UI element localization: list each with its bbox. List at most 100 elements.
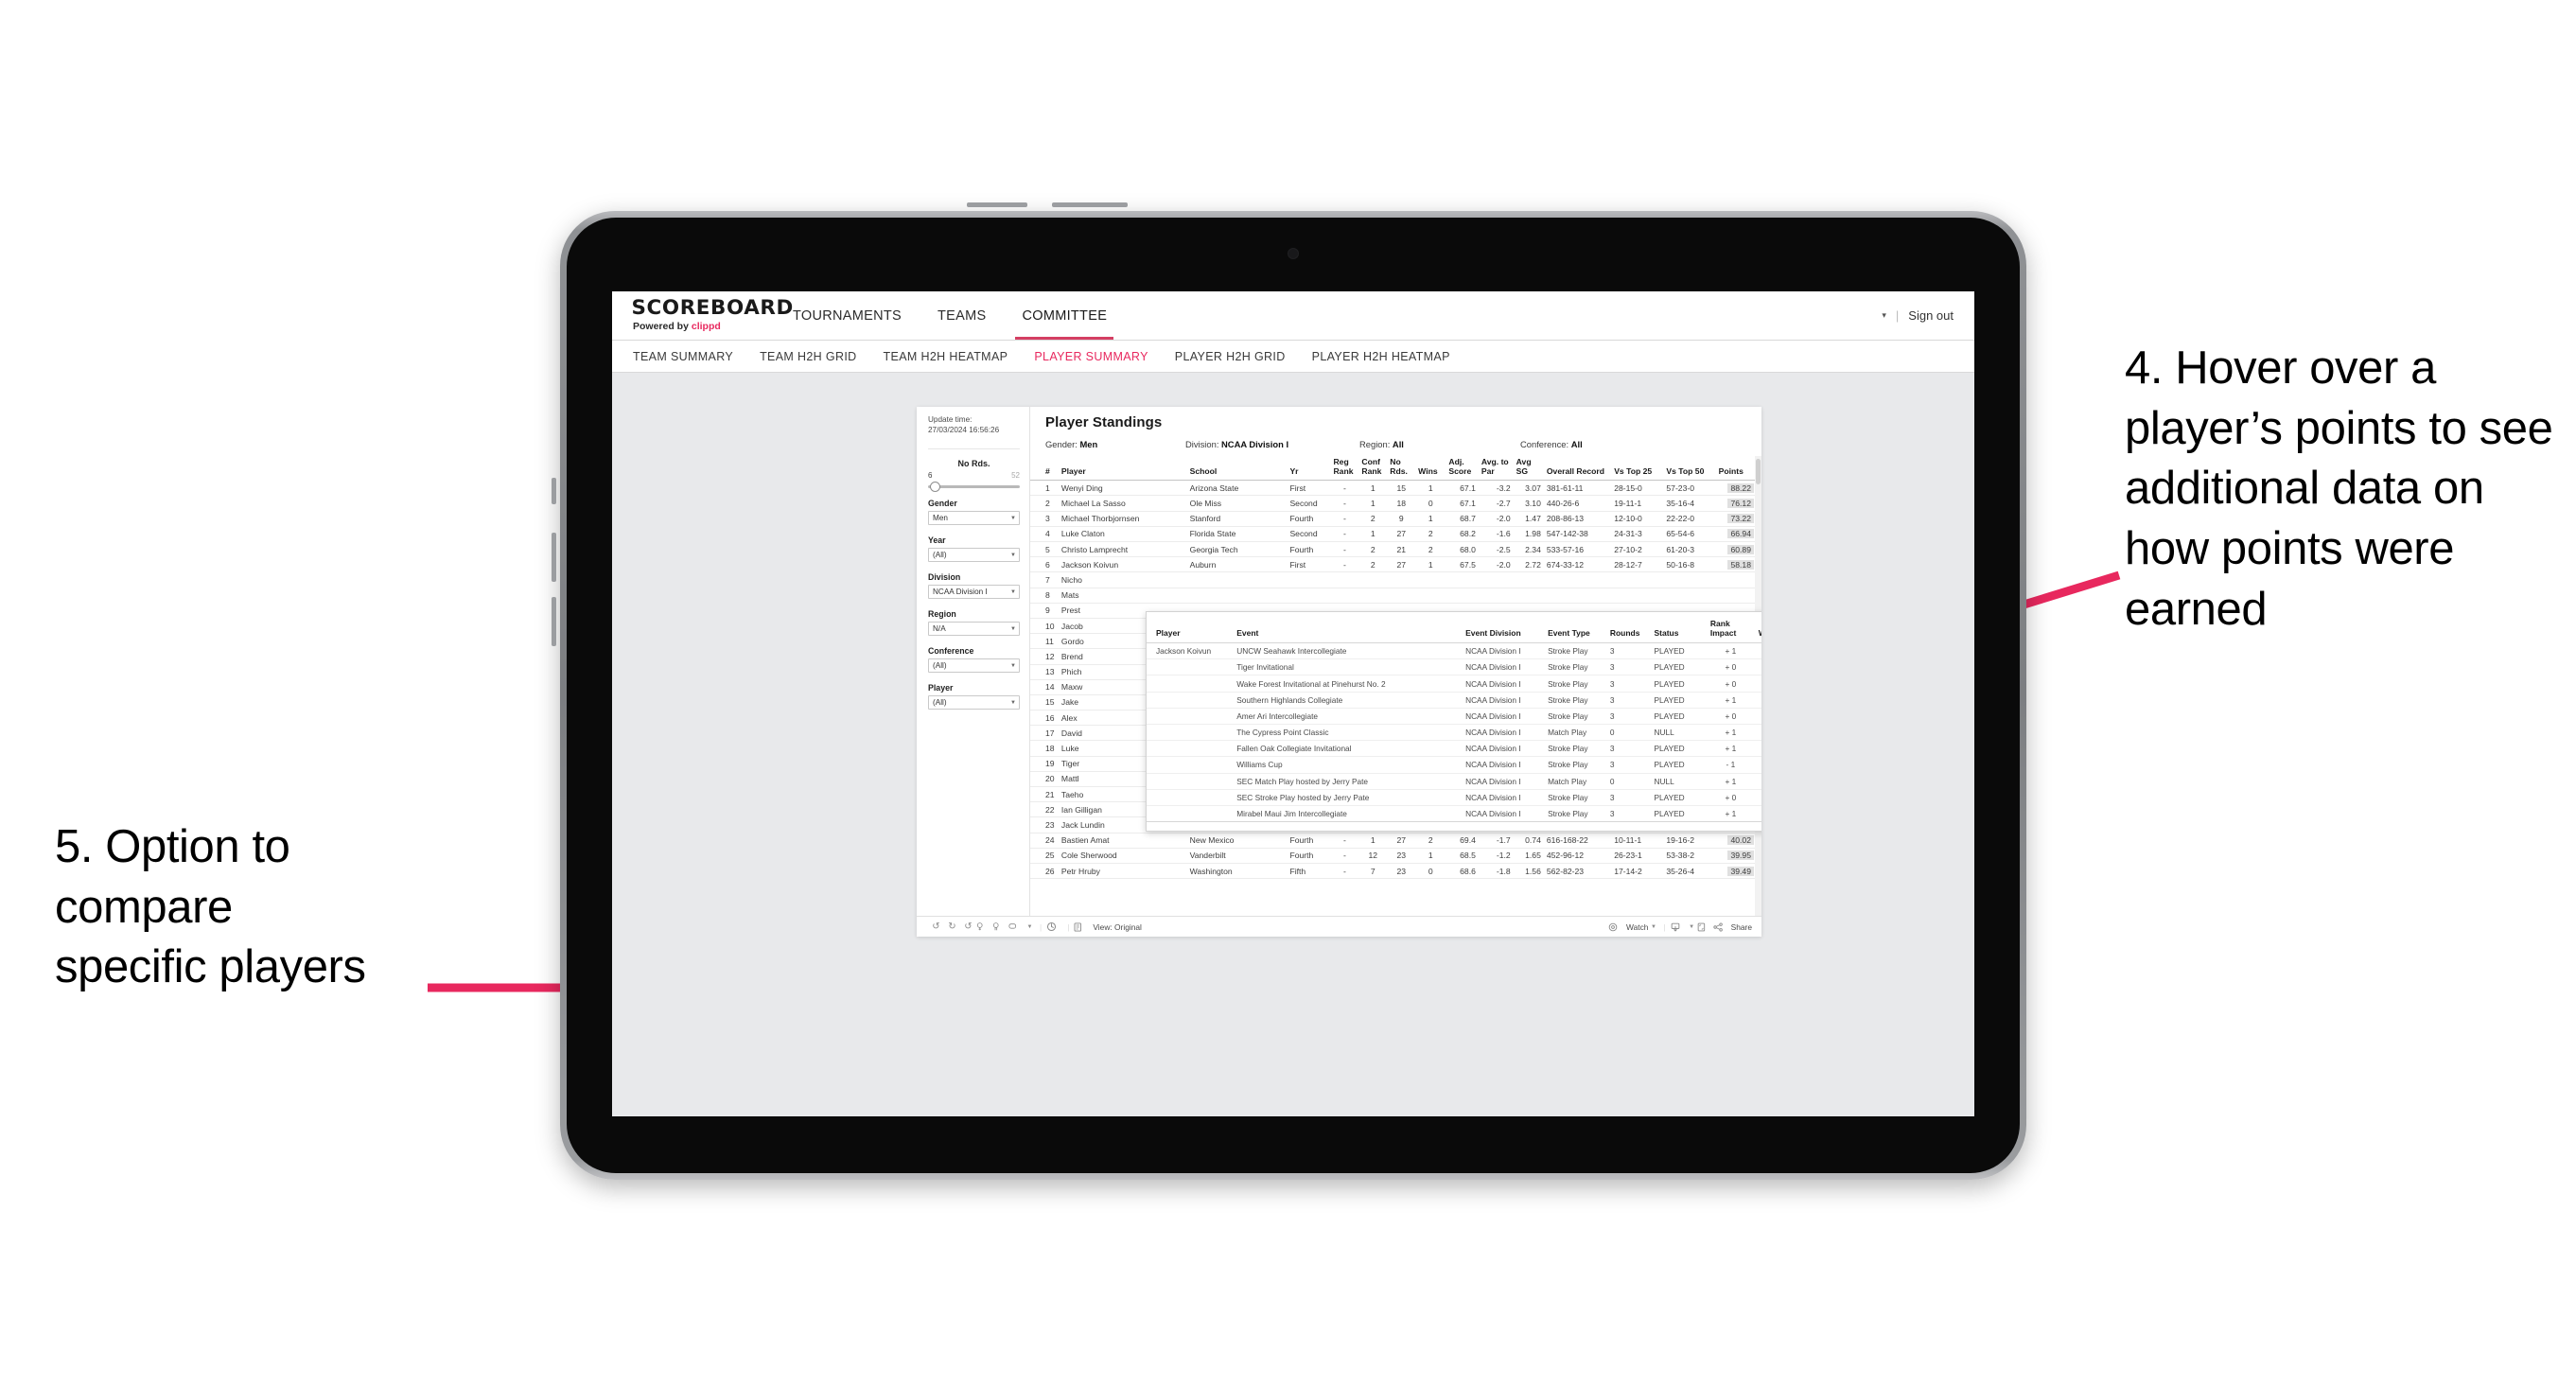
cell-adj-score: 68.6 — [1446, 863, 1479, 880]
col-adj-score[interactable]: Adj. Score — [1446, 456, 1479, 482]
topnav-label: TOURNAMENTS — [793, 307, 902, 324]
filter-player-select[interactable]: (All) ▼ — [928, 695, 1020, 711]
slider-handle[interactable] — [930, 482, 940, 493]
tip-cell-rank-impact: + 0 — [1706, 708, 1755, 725]
table-row[interactable]: 25 Cole Sherwood Vanderbilt Fourth -12 23 1 68.… — [1030, 848, 1761, 864]
points-value[interactable]: 88.22 — [1727, 482, 1754, 493]
cell-reg-rank — [1330, 571, 1359, 588]
table-row[interactable]: 8 Mats — [1030, 588, 1761, 604]
cell-adj-score — [1446, 571, 1479, 588]
share-label[interactable]: Share — [1731, 922, 1752, 932]
top-navigation-bar: SCOREBOARD Powered by clippd TOURNAMENTS… — [612, 291, 1974, 341]
points-value[interactable]: 39.49 — [1727, 866, 1754, 876]
col-school[interactable]: School — [1186, 456, 1288, 482]
custom-views-icon[interactable] — [1008, 922, 1025, 931]
col-player[interactable]: Player — [1058, 456, 1187, 482]
fullscreen-icon[interactable] — [1697, 922, 1713, 932]
cell-vs-top-50: 35-26-4 — [1663, 863, 1716, 880]
col-avg-sg[interactable]: Avg SG — [1513, 456, 1544, 482]
pause-auto-update-icon[interactable] — [992, 922, 1008, 931]
cell-no-rounds: 21 — [1387, 541, 1416, 558]
cell-overall-record: 381-61-11 — [1543, 480, 1612, 497]
col-conf-rank[interactable]: Conf Rank — [1358, 456, 1388, 482]
tip-cell-rank-impact: + 1 — [1706, 773, 1755, 790]
tip-cell-player — [1147, 789, 1234, 806]
table-row[interactable]: 5 Christo Lamprecht Georgia Tech Fourth -2 21… — [1030, 541, 1761, 558]
points-value[interactable]: 39.95 — [1727, 851, 1754, 861]
chevron-down-icon[interactable]: ▾ — [1882, 310, 1886, 321]
col-reg-rank[interactable]: Reg Rank — [1330, 456, 1359, 482]
subnav-item-team-h2h-grid[interactable]: TEAM H2H GRID — [760, 350, 856, 363]
filter-region-select[interactable]: N/A ▼ — [928, 622, 1020, 637]
chevron-down-icon[interactable]: ▼ — [1025, 924, 1035, 930]
table-row[interactable]: 2 Michael La Sasso Ole Miss Second -1 18 0 67.1… — [1030, 495, 1761, 512]
filter-gender-select[interactable]: Men ▼ — [928, 511, 1020, 526]
filter-division-select[interactable]: NCAA Division I ▼ — [928, 585, 1020, 600]
cell-vs-top-25: 27-10-2 — [1611, 541, 1664, 558]
cell-player: Bastien Amat — [1058, 833, 1187, 849]
table-row[interactable]: 7 Nicho — [1030, 571, 1761, 588]
chevron-down-icon: ▼ — [1010, 552, 1016, 558]
refresh-data-icon[interactable] — [976, 922, 992, 931]
tip-cell-division: NCAA Division I — [1462, 773, 1545, 790]
tooltip-row: Wake Forest Invitational at Pinehurst No… — [1147, 675, 1761, 693]
subnav-item-team-h2h-heatmap[interactable]: TEAM H2H HEATMAP — [884, 350, 1008, 363]
tip-cell-division: NCAA Division I — [1462, 805, 1545, 823]
filter-conference-select[interactable]: (All) ▼ — [928, 658, 1020, 674]
tip-cell-event: Wake Forest Invitational at Pinehurst No… — [1233, 675, 1463, 693]
standings-table-wrapper[interactable]: # Player School Yr Reg Rank Conf Rank No… — [1030, 456, 1761, 916]
points-value[interactable]: 76.12 — [1727, 499, 1754, 509]
points-value[interactable]: 40.02 — [1727, 835, 1754, 846]
subnav-item-team-summary[interactable]: TEAM SUMMARY — [633, 350, 733, 363]
table-row[interactable]: 3 Michael Thorbjornsen Stanford Fourth -2 9 1 6… — [1030, 511, 1761, 527]
tip-cell-event: Southern Highlands Collegiate — [1233, 692, 1463, 709]
col-avg-to-par[interactable]: Avg. to Par — [1478, 456, 1514, 482]
revert-icon[interactable]: ↺ — [960, 921, 976, 932]
col-overall-record[interactable]: Overall Record — [1543, 456, 1612, 482]
slider-track[interactable] — [928, 482, 1020, 493]
tip-cell-rank-impact: + 1 — [1706, 724, 1755, 742]
col-rank[interactable]: # — [1030, 456, 1059, 482]
col-year[interactable]: Yr — [1287, 456, 1331, 482]
download-icon[interactable] — [1671, 922, 1687, 932]
cell-rank: 8 — [1030, 588, 1059, 604]
watch-label[interactable]: Watch — [1626, 922, 1648, 932]
tip-col-rounds: Rounds — [1605, 619, 1651, 644]
col-vs-top-25[interactable]: Vs Top 25 — [1611, 456, 1664, 482]
view-label[interactable]: View: Original — [1093, 922, 1142, 932]
reset-icon[interactable] — [1046, 921, 1062, 932]
table-row[interactable]: 1 Wenyi Ding Arizona State First -1 15 1 67.1 -3… — [1030, 480, 1761, 497]
redo-icon[interactable]: ↻ — [944, 921, 960, 932]
col-no-rounds[interactable]: No Rds. — [1387, 456, 1416, 482]
points-value[interactable]: 60.89 — [1727, 544, 1754, 554]
app-logo[interactable]: SCOREBOARD Powered by clippd — [612, 291, 794, 340]
points-value[interactable]: 58.18 — [1727, 559, 1754, 570]
filter-no-rounds-slider[interactable]: No Rds. 6 52 — [928, 459, 1020, 493]
points-value[interactable]: 73.22 — [1727, 514, 1754, 524]
points-value[interactable]: 66.94 — [1727, 529, 1754, 539]
table-row[interactable]: 24 Bastien Amat New Mexico Fourth -1 27 2 69.4-… — [1030, 833, 1761, 849]
table-row[interactable]: 6 Jackson Koivun Auburn First -2 27 1 67.5 -2.0 2… — [1030, 556, 1761, 573]
undo-icon[interactable]: ↺ — [928, 921, 944, 932]
col-vs-top-50[interactable]: Vs Top 50 — [1663, 456, 1716, 482]
topnav-item-teams[interactable]: TEAMS — [920, 291, 1004, 340]
topnav-item-tournaments[interactable]: TOURNAMENTS — [775, 291, 920, 340]
scrollbar-thumb[interactable] — [1756, 459, 1761, 484]
share-icon[interactable] — [1713, 921, 1729, 932]
table-row[interactable]: 4 Luke Claton Florida State Second -1 27 2 68.2… — [1030, 526, 1761, 543]
view-icon[interactable] — [1074, 921, 1090, 932]
subnav-item-player-summary[interactable]: PLAYER SUMMARY — [1034, 350, 1148, 363]
tip-cell-status: PLAYED — [1650, 692, 1707, 709]
subnav-item-player-h2h-grid[interactable]: PLAYER H2H GRID — [1175, 350, 1286, 363]
topnav-item-committee[interactable]: COMMITTEE — [1004, 291, 1125, 340]
table-row[interactable]: 26 Petr Hruby Washington Fifth -7 23 0 68.6 -1.8… — [1030, 863, 1761, 880]
filter-year: Year (All) ▼ — [928, 535, 1020, 563]
watch-icon[interactable] — [1608, 922, 1624, 932]
sign-out-link[interactable]: Sign out — [1908, 308, 1954, 323]
col-wins[interactable]: Wins — [1415, 456, 1446, 482]
sub-navigation-bar: TEAM SUMMARY TEAM H2H GRID TEAM H2H HEAT… — [612, 341, 1974, 373]
filter-year-select[interactable]: (All) ▼ — [928, 548, 1020, 563]
chevron-down-icon[interactable]: ▼ — [1687, 924, 1697, 930]
chevron-down-icon[interactable]: ▼ — [1648, 924, 1658, 930]
subnav-item-player-h2h-heatmap[interactable]: PLAYER H2H HEATMAP — [1312, 350, 1450, 363]
